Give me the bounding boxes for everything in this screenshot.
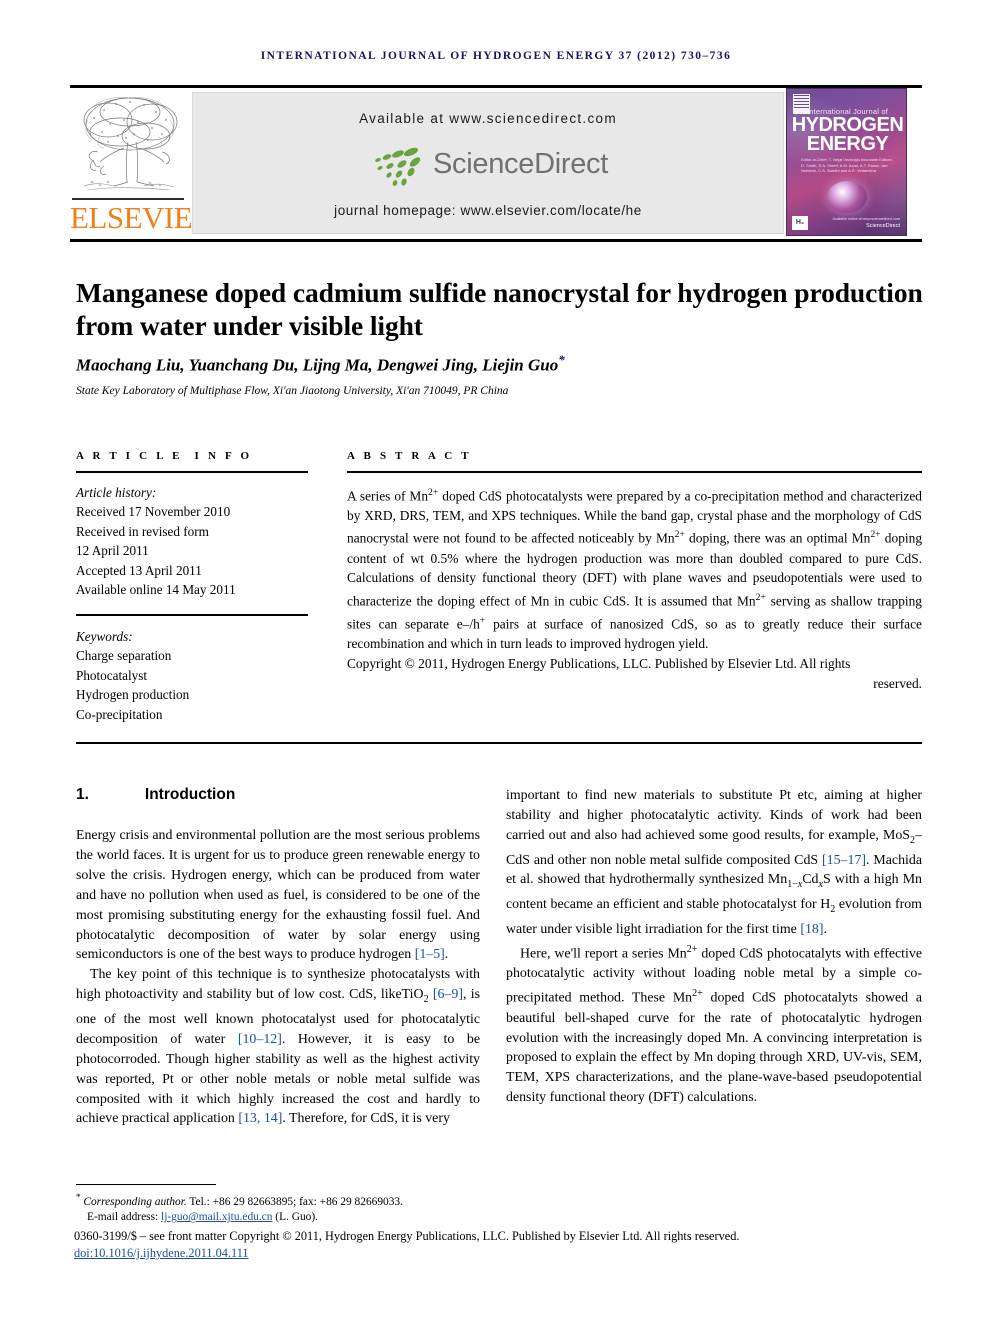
sciencedirect-logo: ScienceDirect [371, 145, 611, 189]
email-suffix: (L. Guo). [275, 1211, 319, 1224]
section-number: 1. [76, 786, 89, 803]
history-item: Available online 14 May 2011 [76, 582, 236, 598]
affiliation: State Key Laboratory of Multiphase Flow,… [76, 385, 509, 397]
paper-page: International Journal of Hydrogen Energy… [0, 0, 992, 1323]
keyword-item: Hydrogen production [76, 687, 190, 703]
section-title: Introduction [144, 786, 236, 803]
imprint-line: 0360-3199/$ – see front matter Copyright… [74, 1229, 740, 1243]
keywords-block: Keywords: Charge separation Photocatalys… [76, 627, 308, 725]
keywords-label: Keywords: [76, 628, 133, 644]
journal-cover-thumbnail: International Journal of HYDROGEN ENERGY… [786, 88, 907, 236]
abstract-heading: A B S T R A C T [347, 450, 472, 462]
corresponding-author-note: * Corresponding author. Tel.: +86 29 826… [76, 1192, 403, 1208]
paragraph: Energy crisis and environmental pollutio… [76, 828, 480, 963]
imprint-block: 0360-3199/$ – see front matter Copyright… [74, 1228, 924, 1262]
sciencedirect-wordmark: ScienceDirect [433, 148, 608, 180]
email-line: E-mail address: lj-guo@mail.xjtu.edu.cn … [76, 1210, 922, 1226]
body-column-left: 1. Introduction Energy crisis and enviro… [76, 786, 480, 1129]
copyright-tail: reserved. [873, 675, 922, 691]
cover-title-line1: HYDROGEN [791, 114, 904, 136]
sciencedirect-banner: Available at www.sciencedirect.com Scien… [192, 92, 784, 234]
section-heading-introduction: 1. Introduction [76, 786, 480, 804]
abstract-text: A series of Mn2+ doped CdS photocatalyst… [347, 486, 923, 652]
elsevier-logo: ELSEVIER [70, 88, 213, 236]
history-item: Accepted 13 April 2011 [76, 562, 202, 578]
article-history-block: Article history: Received 17 November 20… [76, 483, 308, 601]
body-column-right: important to find new materials to subst… [506, 786, 922, 1108]
sciencedirect-leaf-icon [375, 147, 421, 186]
history-item: 12 April 2011 [76, 543, 149, 559]
cover-title-line2: ENERGY [806, 133, 889, 155]
article-info-heading: A R T I C L E I N F O [76, 450, 253, 462]
author-names: Maochang Liu, Yuanchang Du, Lijng Ma, De… [76, 355, 559, 375]
keyword-item: Photocatalyst [76, 667, 148, 683]
cover-orb-graphic [827, 181, 867, 213]
abstract-column: A B S T R A C T A series of Mn2+ doped C… [347, 450, 922, 693]
cover-hydrogen-mark-icon: H₂ [792, 216, 808, 230]
masthead: ELSEVIER Available at www.sciencedirect.… [70, 88, 922, 236]
paragraph: The key point of this technique is to sy… [76, 967, 480, 1127]
footnote-block: * Corresponding author. Tel.: +86 29 826… [76, 1190, 922, 1226]
abstract-bottom-rule [76, 742, 922, 744]
available-at-text: Available at www.sciencedirect.com [359, 111, 617, 126]
copyright-text: Copyright © 2011, Hydrogen Energy Public… [347, 656, 851, 671]
history-item: Received in revised form [76, 523, 209, 539]
cover-sciencedirect-label: ScienceDirect [866, 223, 900, 229]
journal-homepage-text: journal homepage: www.elsevier.com/locat… [334, 203, 642, 218]
doi-link[interactable]: doi:10.1016/j.ijhydene.2011.04.111 [74, 1246, 249, 1260]
abstract-rule [347, 471, 922, 473]
keyword-item: Co-precipitation [76, 706, 163, 722]
paragraph: important to find new materials to subst… [506, 788, 922, 937]
page-title: Manganese doped cadmium sulfide nanocrys… [76, 277, 923, 342]
history-item: Received 17 November 2010 [76, 504, 231, 520]
running-head: International Journal of Hydrogen Energy… [260, 50, 732, 62]
paragraph: Here, we'll report a series Mn2+ doped C… [506, 943, 922, 1106]
corresponding-author-marker: * [558, 352, 565, 367]
keywords-rule [76, 614, 308, 616]
article-info-rule [76, 471, 308, 473]
article-history-label: Article history: [76, 484, 157, 500]
abstract-copyright: Copyright © 2011, Hydrogen Energy Public… [347, 654, 922, 693]
email-link[interactable]: lj-guo@mail.xjtu.edu.cn [161, 1211, 272, 1223]
keyword-item: Charge separation [76, 648, 172, 664]
footnote-rule [76, 1184, 216, 1185]
article-info-column: A R T I C L E I N F O Article history: R… [76, 450, 308, 725]
cover-editors: Editor-in-Chief: T. Nejat Veziroğlu Asso… [801, 157, 893, 173]
elsevier-wordmark: ELSEVIER [70, 200, 213, 235]
elsevier-tree-icon [74, 90, 184, 198]
cover-sd-tagline: Available online at www.sciencedirect.co… [832, 217, 900, 221]
email-label: E-mail address: [87, 1211, 159, 1224]
author-list: Maochang Liu, Yuanchang Du, Lijng Ma, De… [76, 352, 926, 376]
header-rule-bottom [70, 239, 922, 242]
